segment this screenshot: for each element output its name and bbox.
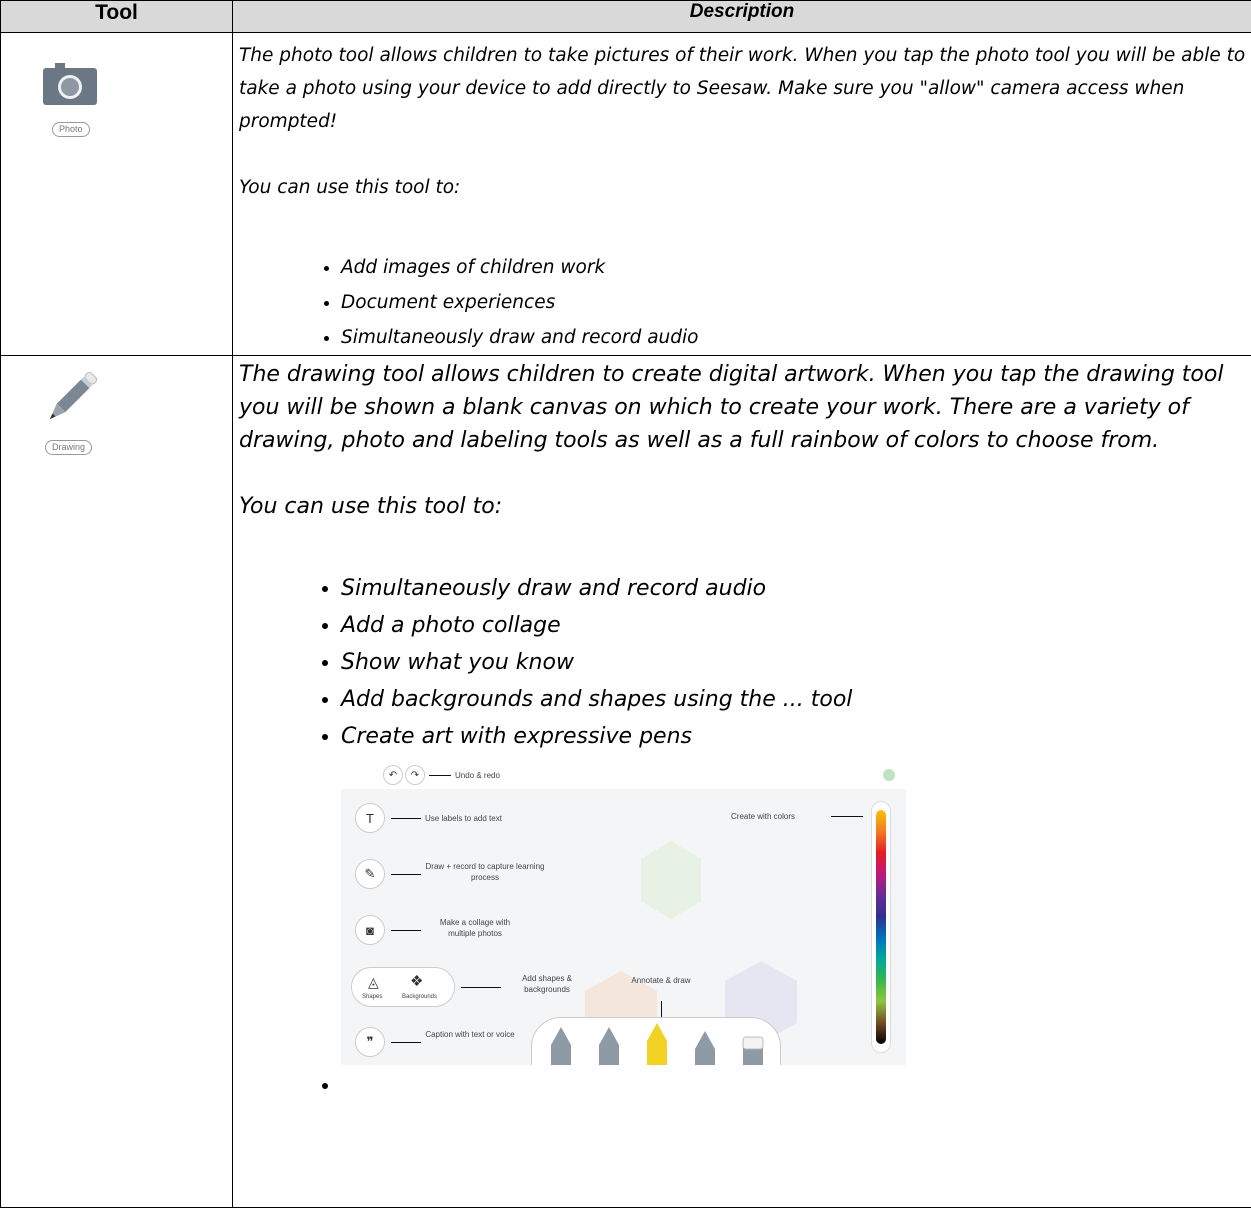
photo-paragraph: The photo tool allows children to take p… bbox=[233, 33, 1251, 138]
drawing-tool-screenshot: ↶ ↷ Undo & redo T Use labels to add text… bbox=[341, 761, 906, 1065]
label-colors: Create with colors bbox=[731, 811, 795, 822]
arrow bbox=[461, 987, 501, 988]
shapes-icon: ◬ bbox=[368, 974, 379, 991]
list-item bbox=[341, 1067, 1251, 1104]
label-draw-record: Draw + record to capture learning proces… bbox=[425, 861, 545, 883]
arrow bbox=[391, 874, 421, 875]
table-row-photo: Photo The photo tool allows children to … bbox=[1, 33, 1251, 356]
rainbow-strip bbox=[876, 810, 886, 1044]
mic-icon: ✎ bbox=[355, 859, 385, 889]
tools-table: Tool Description Photo The photo tool al… bbox=[0, 0, 1251, 1208]
list-item: Show what you know bbox=[341, 644, 1251, 681]
arrow bbox=[391, 1042, 421, 1043]
desc-cell-drawing: The drawing tool allows children to crea… bbox=[233, 356, 1251, 1208]
pens-icon bbox=[547, 1023, 767, 1065]
table-row-drawing: Drawing The drawing tool allows children… bbox=[1, 356, 1251, 1208]
camera-small-icon: ◙ bbox=[355, 915, 385, 945]
label-caption: Caption with text or voice bbox=[425, 1029, 515, 1040]
drawing-bullets-trailing bbox=[233, 1067, 1251, 1104]
text-tool-button: T bbox=[355, 803, 385, 833]
list-item: Create art with expressive pens bbox=[341, 718, 1251, 755]
pencil-icon bbox=[41, 368, 101, 428]
header-description: Description bbox=[233, 1, 1251, 33]
label-labels: Use labels to add text bbox=[425, 813, 502, 824]
list-item: Simultaneously draw and record audio bbox=[341, 320, 1251, 355]
list-item: Document experiences bbox=[341, 285, 1251, 320]
camera-icon bbox=[43, 63, 97, 105]
backgrounds-button-label: Backgrounds bbox=[402, 992, 437, 1003]
label-shapes: Add shapes & backgrounds bbox=[507, 973, 587, 995]
arrow bbox=[391, 930, 421, 931]
label-collage: Make a collage with multiple photos bbox=[425, 917, 525, 939]
drawing-use-intro: You can use this tool to: bbox=[233, 457, 1251, 523]
header-tool: Tool bbox=[1, 1, 233, 33]
quote-icon: ❞ bbox=[355, 1027, 385, 1057]
list-item: Add backgrounds and shapes using the ...… bbox=[341, 681, 1251, 718]
color-bar bbox=[871, 801, 891, 1053]
drawing-bullets: Simultaneously draw and record audio Add… bbox=[233, 570, 1251, 755]
list-item: Add images of children work bbox=[341, 250, 1251, 285]
photo-use-intro: You can use this tool to: bbox=[233, 138, 1251, 204]
tool-label-drawing: Drawing bbox=[45, 440, 92, 455]
arrow bbox=[391, 818, 421, 819]
header-row: Tool Description bbox=[1, 1, 1251, 33]
desc-cell-photo: The photo tool allows children to take p… bbox=[233, 33, 1251, 356]
backgrounds-icon: ❖ bbox=[410, 972, 423, 990]
tool-cell-photo: Photo bbox=[1, 33, 233, 356]
arrow bbox=[831, 816, 863, 817]
shapes-backgrounds-pill: Shapes Backgrounds ◬ ❖ bbox=[351, 967, 455, 1007]
tool-label-photo: Photo bbox=[52, 122, 90, 137]
drawing-paragraph: The drawing tool allows children to crea… bbox=[233, 356, 1251, 457]
list-item: Add a photo collage bbox=[341, 607, 1251, 644]
list-item: Simultaneously draw and record audio bbox=[341, 570, 1251, 607]
photo-bullets: Add images of children work Document exp… bbox=[233, 250, 1251, 355]
label-annotate: Annotate & draw bbox=[631, 975, 691, 986]
shapes-button-label: Shapes bbox=[362, 992, 382, 1003]
tool-cell-drawing: Drawing bbox=[1, 356, 233, 1208]
